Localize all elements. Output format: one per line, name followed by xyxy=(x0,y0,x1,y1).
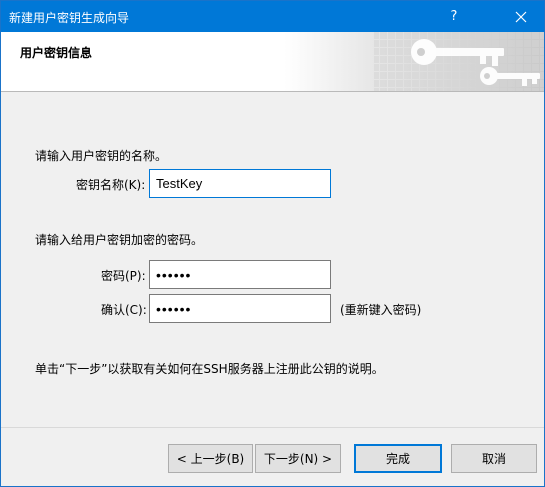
password-input[interactable]: •••••• xyxy=(149,260,331,289)
finish-button[interactable]: 完成 xyxy=(354,444,442,473)
cancel-button[interactable]: 取消 xyxy=(451,444,537,473)
next-button-label: 下一步(N) > xyxy=(263,452,333,466)
password-value: •••••• xyxy=(156,266,192,283)
wizard-window: 新建用户密钥生成向导 ? 用户密钥信息 请输入用户密钥的名称。 密钥名称(K):… xyxy=(0,0,545,487)
confirm-hint: (重新键入密码) xyxy=(340,303,422,317)
confirm-password-input[interactable]: •••••• xyxy=(149,294,331,323)
next-button[interactable]: 下一步(N) > xyxy=(255,444,341,473)
footer-separator xyxy=(1,427,544,428)
key-name-input[interactable]: TestKey xyxy=(149,169,331,198)
help-button[interactable]: ? xyxy=(431,1,477,32)
wizard-content: 请输入用户密钥的名称。 密钥名称(K): TestKey 请输入给用户密钥加密的… xyxy=(1,92,544,427)
keys-banner-image xyxy=(284,32,544,91)
page-title: 用户密钥信息 xyxy=(20,46,93,60)
confirm-label: 确认(C): xyxy=(101,303,147,317)
back-button-label: < 上一步(B) xyxy=(176,452,245,466)
info-text: 单击“下一步”以获取有关如何在SSH服务器上注册此公钥的说明。 xyxy=(35,362,384,376)
name-prompt: 请输入用户密钥的名称。 xyxy=(35,149,168,163)
confirm-value: •••••• xyxy=(156,300,192,317)
password-prompt: 请输入给用户密钥加密的密码。 xyxy=(35,233,204,247)
close-icon xyxy=(515,11,527,22)
back-button[interactable]: < 上一步(B) xyxy=(168,444,253,473)
key-name-label: 密钥名称(K): xyxy=(76,178,146,192)
cancel-button-label: 取消 xyxy=(481,452,506,466)
finish-button-label: 完成 xyxy=(385,452,410,466)
header-banner: 用户密钥信息 xyxy=(1,32,544,91)
password-label: 密码(P): xyxy=(101,269,146,283)
window-title: 新建用户密钥生成向导 xyxy=(9,11,130,25)
title-bar: 新建用户密钥生成向导 ? xyxy=(1,1,544,32)
help-icon: ? xyxy=(450,9,458,24)
key-name-value: TestKey xyxy=(156,176,203,191)
close-button[interactable] xyxy=(498,1,544,32)
